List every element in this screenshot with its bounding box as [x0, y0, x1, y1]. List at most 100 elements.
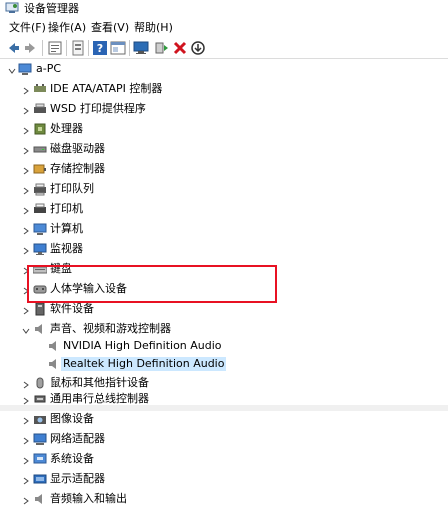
tree-item-label: 打印队列: [50, 182, 94, 195]
tree-item-label: 存储控制器: [50, 162, 105, 175]
tree-item-label: 计算机: [50, 222, 83, 235]
menu-bar: 文件(F) 操作(A) 查看(V) 帮助(H): [0, 18, 448, 37]
camera-icon: [33, 412, 47, 426]
tree-item-computer[interactable]: 计算机: [0, 219, 448, 239]
chevron-down-icon[interactable]: [22, 325, 30, 334]
processor-icon: [33, 122, 47, 136]
chevron-right-icon[interactable]: [22, 125, 30, 135]
speaker-icon: [47, 339, 61, 353]
disable-device-icon[interactable]: [190, 40, 206, 56]
chevron-right-icon[interactable]: [22, 475, 30, 485]
speaker-icon: [47, 357, 61, 371]
chevron-right-icon[interactable]: [22, 395, 30, 405]
forward-arrow-icon[interactable]: [23, 40, 39, 56]
chevron-right-icon[interactable]: [22, 145, 30, 155]
chevron-right-icon[interactable]: [22, 245, 30, 255]
tree-item-imaging[interactable]: 图像设备: [0, 409, 448, 429]
tree-item-label: 鼠标和其他指针设备: [50, 376, 149, 389]
chevron-right-icon[interactable]: [22, 205, 30, 215]
tree-item-label: WSD 打印提供程序: [50, 102, 146, 115]
menu-view[interactable]: 查看(V): [91, 21, 129, 35]
mouse-icon: [33, 376, 47, 390]
display-adapter-icon: [33, 472, 47, 486]
chevron-right-icon[interactable]: [22, 305, 30, 315]
window-title: 设备管理器: [24, 2, 79, 15]
print-queue-icon: [33, 182, 47, 196]
menu-action[interactable]: 操作(A): [48, 21, 86, 35]
toolbar-separator: [88, 40, 89, 56]
computer-icon: [33, 222, 47, 236]
toolbar-separator: [42, 40, 43, 56]
highlight-box: [27, 265, 277, 303]
update-driver-icon[interactable]: [70, 40, 86, 56]
tree-item-label: 监视器: [50, 242, 83, 255]
tree-item-label: 图像设备: [50, 412, 94, 425]
title-bar: 设备管理器: [0, 0, 448, 18]
tree-item-nvidia-audio[interactable]: NVIDIA High Definition Audio: [0, 336, 448, 356]
system-device-icon: [33, 452, 47, 466]
tree-item-label: NVIDIA High Definition Audio: [63, 339, 222, 352]
network-adapter-icon: [33, 432, 47, 446]
tree-item-label: 打印机: [50, 202, 83, 215]
chevron-right-icon[interactable]: [22, 415, 30, 425]
tree-item-label: 音频输入和输出: [50, 492, 127, 505]
tree-item-network[interactable]: 网络适配器: [0, 429, 448, 449]
tree-item-label: IDE ATA/ATAPI 控制器: [50, 82, 163, 95]
horizontal-scrollbar[interactable]: [0, 405, 448, 411]
uninstall-icon[interactable]: [172, 40, 188, 56]
properties-sheet-icon[interactable]: [47, 40, 63, 56]
tree-item-monitors[interactable]: 监视器: [0, 239, 448, 259]
chevron-right-icon[interactable]: [22, 455, 30, 465]
tree-item-system-devices[interactable]: 系统设备: [0, 449, 448, 469]
tree-item-label: 系统设备: [50, 452, 94, 465]
tree-item-ide-ata[interactable]: IDE ATA/ATAPI 控制器: [0, 79, 448, 99]
chevron-right-icon[interactable]: [22, 185, 30, 195]
tree-item-label: 磁盘驱动器: [50, 142, 105, 155]
tree-item-label: 软件设备: [50, 302, 94, 315]
chevron-right-icon[interactable]: [22, 85, 30, 95]
scan-hardware-icon[interactable]: [133, 40, 149, 56]
storage-controller-icon: [33, 162, 47, 176]
view-panel-icon[interactable]: [110, 40, 126, 56]
chevron-right-icon[interactable]: [22, 225, 30, 235]
tree-item-label: 通用串行总线控制器: [50, 392, 149, 405]
toolbar-separator: [129, 40, 130, 56]
software-device-icon: [33, 302, 47, 316]
tree-item-wsd-print[interactable]: WSD 打印提供程序: [0, 99, 448, 119]
chevron-right-icon[interactable]: [22, 495, 30, 505]
tree-item-label: 显示适配器: [50, 472, 105, 485]
ide-controller-icon: [33, 82, 47, 96]
speaker-icon: [33, 492, 47, 506]
computer-icon: [18, 62, 32, 76]
chevron-right-icon[interactable]: [22, 105, 30, 115]
tree-item-label: Realtek High Definition Audio: [61, 357, 227, 371]
tree-item-audio-io[interactable]: 音频输入和输出: [0, 489, 448, 509]
chevron-right-icon[interactable]: [22, 435, 30, 445]
tree-root[interactable]: a-PC: [0, 59, 448, 79]
chevron-right-icon[interactable]: [22, 379, 30, 389]
tree-root-label: a-PC: [36, 62, 62, 75]
svg-text:?: ?: [97, 42, 103, 55]
printer-provider-icon: [33, 102, 47, 116]
tree-item-realtek-audio[interactable]: Realtek High Definition Audio: [0, 354, 448, 374]
tree-item-storage-controllers[interactable]: 存储控制器: [0, 159, 448, 179]
speaker-icon: [33, 322, 47, 336]
tree-item-disk-drives[interactable]: 磁盘驱动器: [0, 139, 448, 159]
disk-drive-icon: [33, 142, 47, 156]
help-icon[interactable]: ?: [92, 40, 108, 56]
tree-item-processor[interactable]: 处理器: [0, 119, 448, 139]
menu-file[interactable]: 文件(F): [9, 21, 46, 35]
tree-item-label: 声音、视频和游戏控制器: [50, 322, 171, 335]
tree-item-print-queues[interactable]: 打印队列: [0, 179, 448, 199]
tree-item-label: 网络适配器: [50, 432, 105, 445]
tree-item-display-adapters[interactable]: 显示适配器: [0, 469, 448, 489]
device-manager-icon: [5, 2, 19, 14]
back-arrow-icon[interactable]: [5, 40, 21, 56]
tree-item-printers[interactable]: 打印机: [0, 199, 448, 219]
chevron-right-icon[interactable]: [22, 165, 30, 175]
add-legacy-hardware-icon[interactable]: [153, 40, 169, 56]
chevron-down-icon[interactable]: [8, 65, 16, 74]
usb-icon: [33, 392, 47, 406]
tree-item-label: 处理器: [50, 122, 83, 135]
menu-help[interactable]: 帮助(H): [134, 21, 173, 35]
